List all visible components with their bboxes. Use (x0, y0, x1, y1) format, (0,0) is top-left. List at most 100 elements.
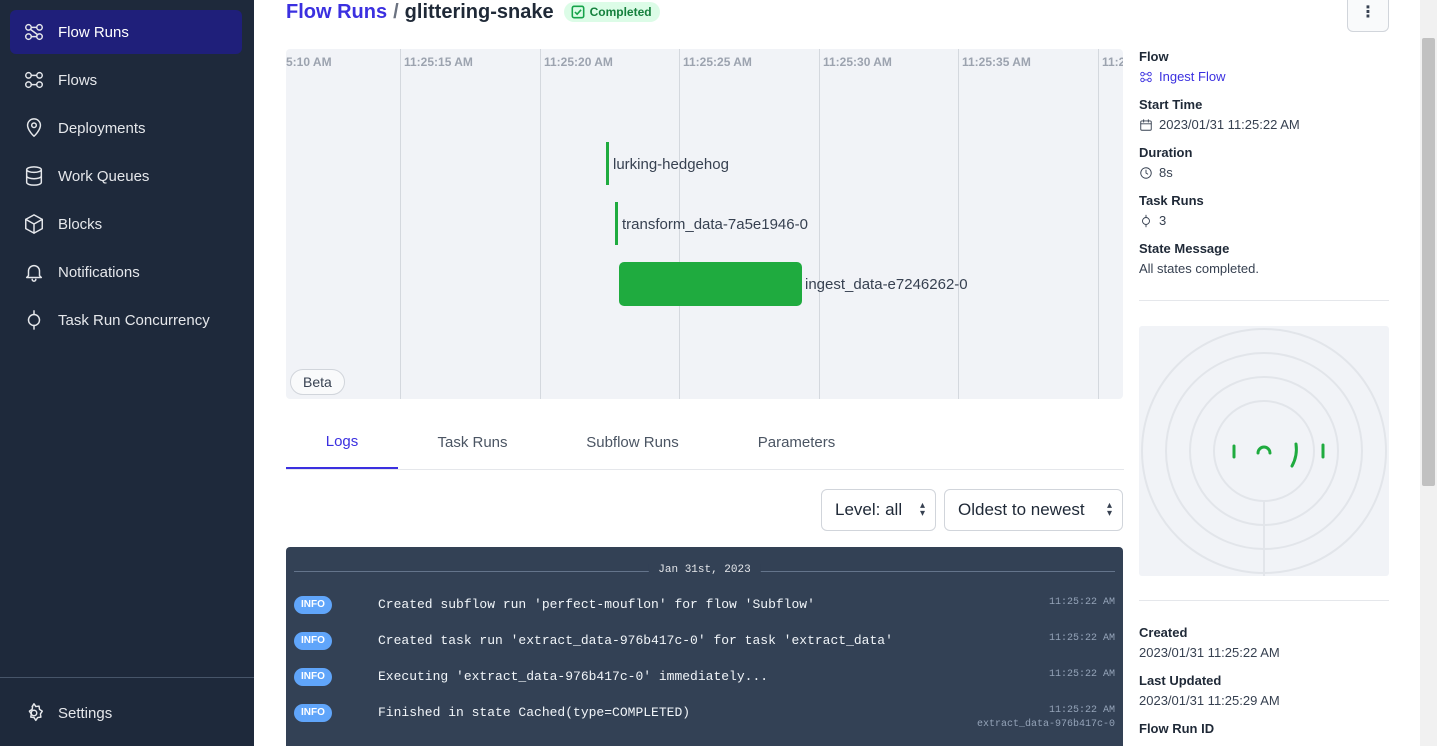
kebab-icon: ⋮ (1360, 4, 1376, 21)
start-time-label: Start Time (1139, 97, 1203, 112)
tab-subflow-runs[interactable]: Subflow Runs (568, 415, 697, 469)
timeline-tick: 11:25:35 AM (958, 49, 1031, 399)
page-title: glittering-snake (404, 0, 554, 23)
log-level-value: Level: all (835, 500, 903, 519)
timeline-run-bar[interactable] (615, 202, 618, 245)
task-runs-label: Task Runs (1139, 193, 1204, 208)
calendar-icon (1140, 118, 1152, 131)
log-message: Finished in state Cached(type=COMPLETED) (378, 705, 691, 720)
sidebar-item-label: Task Run Concurrency (58, 311, 210, 329)
timeline-tick-label: 11:25:20 AM (544, 55, 613, 69)
flow-link[interactable]: Ingest Flow (1139, 69, 1225, 84)
app-window: Flow Runs Flows Deployments Work Queues … (0, 0, 1437, 746)
sidebar-divider (0, 677, 254, 678)
details-divider (1139, 600, 1389, 601)
log-level-badge: INFO (294, 632, 332, 650)
page-scrollbar[interactable] (1420, 0, 1437, 746)
created-value: 2023/01/31 11:25:22 AM (1139, 645, 1280, 660)
log-panel[interactable]: Jan 31st, 2023 INFO Created subflow run … (286, 547, 1123, 746)
breadcrumb: Flow Runs / glittering-snake Completed (286, 0, 660, 24)
radar-visualization[interactable] (1139, 326, 1389, 576)
flow-runs-icon (23, 21, 45, 43)
sidebar-item-label: Blocks (58, 215, 103, 233)
sidebar-item-flow-runs[interactable]: Flow Runs (10, 10, 242, 54)
map-pin-icon (23, 117, 45, 139)
sidebar-item-label: Notifications (58, 263, 140, 281)
timeline-run-bar[interactable] (606, 142, 609, 185)
details-divider (1139, 300, 1389, 301)
timeline-tick: 11:2 (1098, 49, 1123, 399)
bell-icon (23, 261, 45, 283)
log-source[interactable]: extract_data-976b417c-0 (977, 719, 1115, 730)
beta-badge: Beta (290, 369, 345, 395)
task-runs-value: 3 (1139, 213, 1166, 228)
log-timestamp: 11:25:22 AM (1048, 669, 1115, 680)
log-level-badge: INFO (294, 704, 332, 722)
sidebar-item-label: Deployments (58, 119, 146, 137)
check-square-icon (571, 5, 585, 19)
log-level-badge: INFO (294, 596, 332, 614)
breadcrumb-flow-runs-link[interactable]: Flow Runs (286, 1, 387, 24)
timeline-tick: 11:25:30 AM (819, 49, 892, 399)
flow-name: Ingest Flow (1159, 69, 1226, 84)
log-timestamp: 11:25:22 AM (1048, 597, 1115, 608)
select-arrows-icon: ▴ ▾ (1106, 500, 1112, 519)
timeline-tick: 11:25:15 AM (400, 49, 473, 399)
status-badge-label: Completed (589, 5, 652, 19)
duration-text: 8s (1159, 165, 1173, 180)
task-run-icon (1142, 214, 1150, 227)
timeline-tick-label: 11:25:15 AM (404, 55, 473, 69)
log-message: Created task run 'extract_data-976b417c-… (378, 633, 893, 648)
tab-parameters[interactable]: Parameters (738, 415, 855, 469)
scrollbar-thumb[interactable] (1422, 38, 1435, 486)
sidebar-item-label: Work Queues (58, 167, 150, 185)
flow-run-timeline[interactable]: 5:10 AM 11:25:15 AM 11:25:20 AM 11:25:25… (286, 49, 1123, 399)
gear-icon (23, 702, 45, 724)
flow-label: Flow (1139, 49, 1169, 64)
sidebar-item-work-queues[interactable]: Work Queues (10, 154, 242, 198)
created-label: Created (1139, 625, 1188, 640)
concurrency-icon (23, 309, 45, 331)
duration-label: Duration (1139, 145, 1193, 160)
sidebar-item-label: Flows (58, 71, 98, 89)
status-badge: Completed (563, 2, 660, 22)
log-sort-select[interactable]: Oldest to newest ▴ ▾ (944, 489, 1123, 531)
log-row: INFO Executing 'extract_data-976b417c-0'… (286, 668, 1123, 704)
sidebar-item-task-run-concurrency[interactable]: Task Run Concurrency (10, 298, 242, 342)
timeline-tick-label: 11:2 (1102, 55, 1123, 69)
timeline-tick-label: 11:25:35 AM (962, 55, 1031, 69)
state-message-value: All states completed. (1139, 261, 1259, 276)
log-row: INFO Created subflow run 'perfect-mouflo… (286, 596, 1123, 632)
log-message: Executing 'extract_data-976b417c-0' imme… (378, 669, 769, 684)
timeline-run-label: transform_data-7a5e1946-0 (622, 216, 808, 233)
log-message: Created subflow run 'perfect-mouflon' fo… (378, 597, 815, 612)
last-updated-label: Last Updated (1139, 673, 1222, 688)
log-level-select[interactable]: Level: all ▴ ▾ (821, 489, 936, 531)
timeline-tick-label: 11:25:25 AM (683, 55, 752, 69)
sidebar-item-deployments[interactable]: Deployments (10, 106, 242, 150)
log-date: Jan 31st, 2023 (648, 564, 761, 576)
sidebar-item-blocks[interactable]: Blocks (10, 202, 242, 246)
timeline-run-bar[interactable] (619, 262, 802, 306)
sidebar: Flow Runs Flows Deployments Work Queues … (0, 0, 254, 746)
sidebar-item-settings[interactable]: Settings (10, 691, 242, 735)
start-time-text: 2023/01/31 11:25:22 AM (1159, 117, 1300, 132)
timeline-tick-label: 11:25:30 AM (823, 55, 892, 69)
more-menu-button[interactable]: ⋮ (1347, 0, 1389, 32)
flow-run-id-label: Flow Run ID (1139, 721, 1215, 736)
timeline-tick-label: 5:10 AM (286, 55, 332, 69)
state-message-label: State Message (1139, 241, 1230, 256)
breadcrumb-separator: / (393, 0, 399, 23)
log-timestamp: 11:25:22 AM (1048, 705, 1115, 716)
cube-icon (23, 213, 45, 235)
select-arrows-icon: ▴ ▾ (919, 500, 925, 519)
tab-task-runs[interactable]: Task Runs (416, 415, 529, 469)
tab-bar: Logs Task Runs Subflow Runs Parameters (286, 415, 1124, 470)
timeline-tick: 11:25:20 AM (540, 49, 613, 399)
flows-icon (23, 69, 45, 91)
sidebar-item-label: Settings (58, 704, 113, 722)
sidebar-item-flows[interactable]: Flows (10, 58, 242, 102)
sidebar-item-notifications[interactable]: Notifications (10, 250, 242, 294)
flows-icon (1140, 71, 1152, 82)
tab-logs[interactable]: Logs (286, 415, 398, 469)
